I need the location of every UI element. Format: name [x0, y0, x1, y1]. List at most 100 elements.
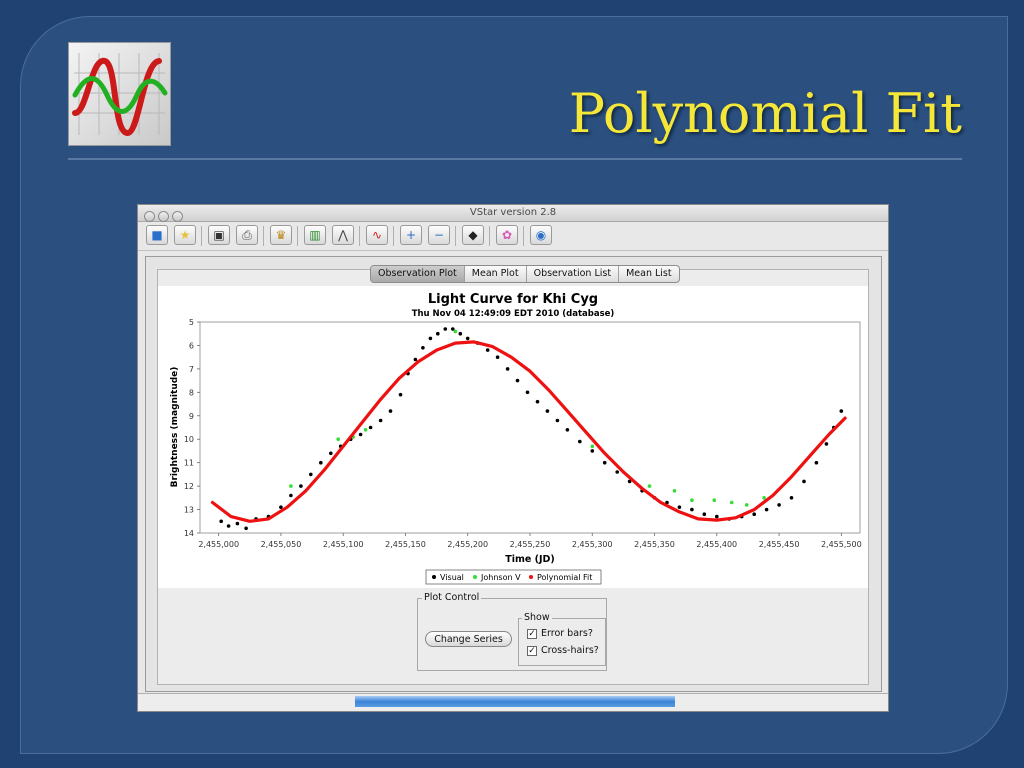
johnson-v-point — [762, 496, 766, 500]
view-tabs: Observation Plot Mean Plot Observation L… — [370, 265, 680, 283]
x-axis-label: Time (JD) — [505, 554, 555, 565]
chart-legend: Visual Johnson V Polynomial Fit — [425, 569, 602, 585]
status-bar — [138, 693, 888, 711]
chart-title: Light Curve for Khi Cyg — [428, 292, 598, 307]
plugin-icon[interactable]: ✿ — [496, 225, 518, 245]
visual-point — [802, 479, 806, 484]
x-tick-label: 2,455,150 — [385, 540, 426, 549]
error-bars-option[interactable]: ✓ Error bars? — [527, 628, 593, 639]
error-bars-checkbox[interactable]: ✓ — [527, 628, 537, 639]
visual-point — [715, 514, 719, 519]
new-star-icon[interactable]: ■ — [146, 225, 168, 245]
wave-icon[interactable]: ∿ — [366, 225, 388, 245]
cross-hairs-checkbox[interactable]: ✓ — [527, 645, 537, 656]
visual-point — [219, 519, 223, 524]
y-tick-label: 11 — [184, 459, 194, 468]
cross-hairs-option[interactable]: ✓ Cross-hairs? — [527, 645, 599, 656]
visual-point — [764, 507, 769, 512]
plot-control-group: Plot Control Change Series Show ✓ Error … — [417, 592, 607, 671]
toolbar-separator — [201, 226, 202, 246]
y-tick-label: 8 — [189, 388, 194, 397]
y-tick-label: 12 — [184, 482, 194, 491]
johnson-v-point — [289, 484, 293, 488]
plot-control-title: Plot Control — [422, 592, 482, 603]
y-tick-label: 7 — [189, 365, 194, 374]
print-icon[interactable]: ⎙ — [236, 225, 258, 245]
toolbar: ■ ★ ▣ ⎙ ♛ ▥ ⋀ ∿ + − ◆ ✿ ◉ — [138, 222, 888, 251]
progress-fill — [355, 696, 675, 707]
info-icon[interactable]: ♛ — [270, 225, 292, 245]
visual-point — [525, 390, 530, 395]
toolbar-separator — [263, 226, 264, 246]
visual-point — [368, 425, 373, 430]
visual-point — [378, 418, 383, 423]
visual-point — [279, 505, 283, 509]
visual-point — [602, 460, 607, 465]
x-axis: 2,455,000 2,455,050 2,455,100 2,455,150 2,45… — [198, 533, 862, 549]
x-tick-label: 2,455,250 — [510, 540, 551, 549]
visual-point — [398, 392, 403, 397]
visual-point — [443, 327, 448, 331]
legend-label-polynomial-fit: Polynomial Fit — [537, 573, 592, 582]
zoom-in-icon[interactable]: + — [400, 225, 422, 245]
visual-point — [235, 521, 240, 526]
x-tick-label: 2,455,300 — [572, 540, 613, 549]
visual-point — [545, 409, 550, 413]
cross-hairs-label: Cross-hairs? — [541, 645, 599, 656]
legend-label-visual: Visual — [440, 573, 464, 582]
window-title: VStar version 2.8 — [469, 207, 557, 218]
visual-point — [495, 355, 500, 359]
visual-point — [289, 493, 293, 498]
legend-marker-johnson-v — [473, 575, 477, 579]
mean-plot-icon[interactable]: ▥ — [304, 225, 326, 245]
x-tick-label: 2,455,350 — [634, 540, 675, 549]
observation-plot-panel: Observation Plot Mean Plot Observation L… — [157, 265, 869, 685]
tab-observation-plot[interactable]: Observation Plot — [371, 266, 465, 282]
vstar-window: VStar version 2.8 ■ ★ ▣ ⎙ ♛ ▥ ⋀ ∿ + − ◆ … — [137, 204, 889, 712]
visual-point — [505, 367, 510, 371]
tab-observation-list[interactable]: Observation List — [527, 266, 620, 282]
johnson-v-point — [590, 444, 595, 449]
visual-point — [413, 357, 418, 362]
zoom-out-icon[interactable]: − — [428, 225, 450, 245]
polynomial-icon[interactable]: ⋀ — [332, 225, 354, 245]
visual-point — [555, 418, 560, 423]
x-tick-label: 2,455,450 — [759, 540, 800, 549]
web-icon[interactable]: ◉ — [530, 225, 552, 245]
tab-mean-plot[interactable]: Mean Plot — [465, 266, 527, 282]
legend-marker-visual — [432, 575, 436, 579]
visual-point — [615, 470, 619, 474]
visual-point — [814, 460, 819, 465]
open-folder-icon[interactable]: ★ — [174, 225, 196, 245]
x-tick-label: 2,455,200 — [447, 540, 488, 549]
window-titlebar: VStar version 2.8 — [138, 205, 888, 222]
toolbar-separator — [455, 226, 456, 246]
y-tick-label: 10 — [184, 435, 194, 444]
visual-point — [839, 409, 844, 413]
toolbar-separator — [489, 226, 490, 246]
visual-point — [485, 348, 490, 352]
tab-mean-list[interactable]: Mean List — [619, 266, 679, 282]
filter-icon[interactable]: ◆ — [462, 225, 484, 245]
progress-bar — [355, 696, 675, 707]
save-icon[interactable]: ▣ — [208, 225, 230, 245]
y-tick-label: 13 — [184, 506, 194, 515]
visual-point — [578, 439, 582, 444]
sine-waves-chart-icon — [68, 42, 171, 146]
change-series-button[interactable]: Change Series — [425, 631, 512, 647]
visual-point — [777, 503, 781, 507]
x-tick-label: 2,455,050 — [261, 540, 302, 549]
y-tick-label: 9 — [189, 412, 194, 421]
visual-point — [702, 512, 707, 516]
slide-title: Polynomial Fit — [568, 82, 962, 145]
legend-label-johnson-v: Johnson V — [480, 573, 521, 582]
y-axis-label: Brightness (magnitude) — [170, 367, 180, 488]
show-title: Show — [522, 612, 552, 623]
light-curve-chart[interactable]: Light Curve for Khi Cyg Thu Nov 04 12:49… — [158, 286, 868, 588]
toolbar-separator — [359, 226, 360, 246]
visual-point — [299, 484, 303, 488]
visual-point — [515, 378, 520, 383]
visual-point — [535, 399, 540, 404]
chart-panel[interactable]: Light Curve for Khi Cyg Thu Nov 04 12:49… — [158, 286, 868, 588]
johnson-v-point — [672, 489, 677, 493]
